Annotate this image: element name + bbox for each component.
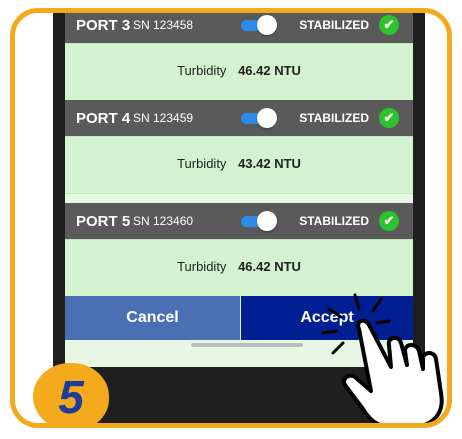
turbidity-label: Turbidity [177, 259, 227, 274]
check-icon: ✔ [379, 211, 399, 231]
port-toggle[interactable] [241, 108, 277, 128]
port-serial: SN 123460 [133, 214, 194, 228]
turbidity-reading: Turbidity 46.42 NTU [65, 259, 413, 274]
port-serial: SN 123458 [133, 18, 194, 32]
port-name: PORT 5 [76, 213, 131, 230]
toggle-knob [257, 15, 277, 35]
check-icon: ✔ [379, 15, 399, 35]
step-number-badge: 5 [33, 363, 109, 423]
port-header-4: PORT 4 SN 123459 STABILIZED ✔ [65, 100, 413, 136]
port-name: PORT 4 [76, 110, 131, 127]
turbidity-value: 43.42 NTU [238, 156, 301, 171]
port-header-3: PORT 3 SN 123458 STABILIZED ✔ [65, 13, 413, 43]
turbidity-value: 46.42 NTU [238, 63, 301, 78]
port-turbidity-row-4: Turbidity 43.42 NTU [65, 136, 413, 194]
turbidity-label: Turbidity [177, 63, 227, 78]
status-text: STABILIZED [299, 111, 369, 125]
turbidity-reading: Turbidity 43.42 NTU [65, 156, 413, 171]
turbidity-reading: Turbidity 46.42 NTU [65, 63, 413, 78]
port-header-5: PORT 5 SN 123460 STABILIZED ✔ [65, 203, 413, 239]
toggle-knob [257, 108, 277, 128]
tap-hand-icon [321, 293, 444, 423]
turbidity-label: Turbidity [177, 156, 227, 171]
port-toggle[interactable] [241, 15, 277, 35]
port-name: PORT 3 [76, 17, 131, 34]
port-toggle[interactable] [241, 211, 277, 231]
home-indicator[interactable] [191, 343, 303, 347]
turbidity-value: 46.42 NTU [238, 259, 301, 274]
status-text: STABILIZED [299, 18, 369, 32]
port-serial: SN 123459 [133, 111, 194, 125]
check-icon: ✔ [379, 108, 399, 128]
status-text: STABILIZED [299, 214, 369, 228]
port-turbidity-row-3: Turbidity 46.42 NTU [65, 43, 413, 101]
tutorial-frame: PORT 3 SN 123458 STABILIZED ✔ Turbidity … [10, 8, 452, 428]
cancel-button[interactable]: Cancel [65, 296, 240, 340]
toggle-knob [257, 211, 277, 231]
